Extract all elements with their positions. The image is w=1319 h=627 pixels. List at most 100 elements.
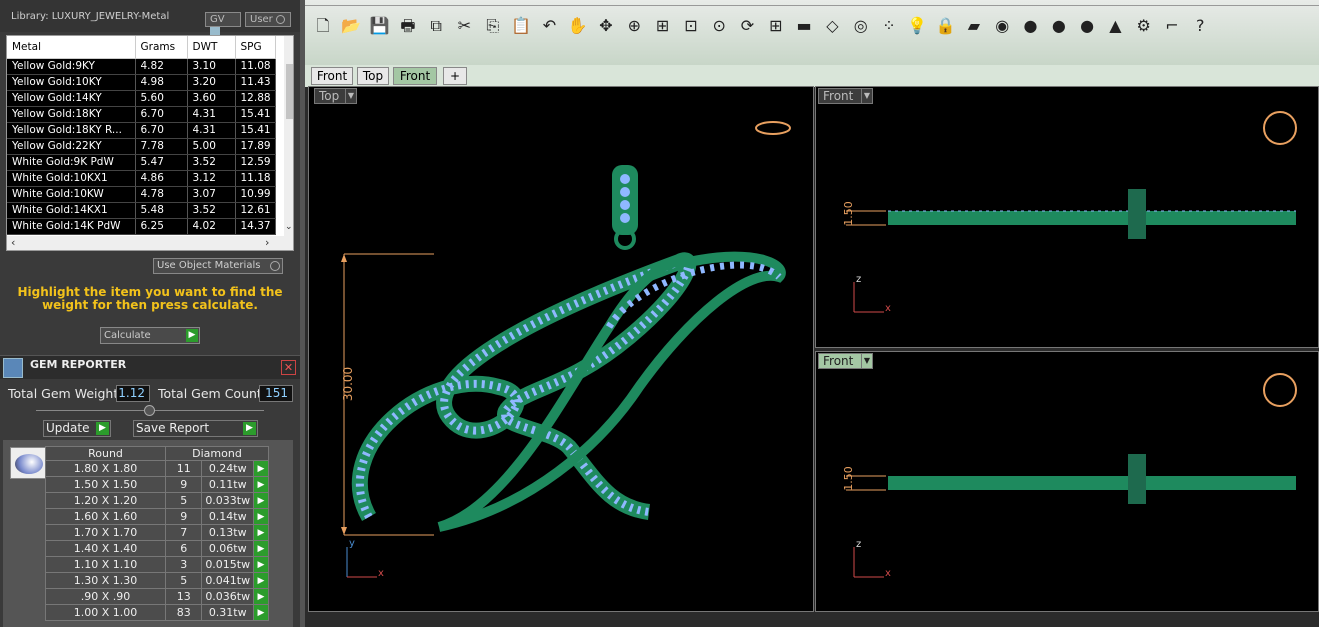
scroll-left-icon[interactable]: ‹ xyxy=(11,236,15,249)
pan-icon[interactable]: ✋ xyxy=(566,14,590,38)
user-toggle[interactable]: User xyxy=(245,12,291,27)
dimension-label: 1.50 xyxy=(841,201,855,226)
play-icon[interactable]: ▶ xyxy=(252,492,270,509)
table-cell: 7.78 xyxy=(135,138,188,155)
gem-row[interactable]: 1.60 X 1.60 9 0.14tw ▶ xyxy=(45,508,270,525)
metal-column-header[interactable]: Grams xyxy=(135,36,188,59)
add-tab-button[interactable]: + xyxy=(443,67,467,85)
play-icon[interactable]: ▶ xyxy=(252,524,270,541)
panel-splitter[interactable] xyxy=(300,0,305,627)
play-icon[interactable]: ▶ xyxy=(252,556,270,573)
metal-table-grid[interactable]: Metal Grams DWT SPG Yellow Gold:9KY 4.82 3.10… xyxy=(7,36,276,235)
gem-row[interactable]: .90 X .90 13 0.036tw ▶ xyxy=(45,588,270,605)
light-icon[interactable]: 💡 xyxy=(905,14,929,38)
gem-table[interactable]: Round Diamond 1.80 X 1.80 11 0.24tw ▶ 1.50 X… xyxy=(3,440,293,627)
open-icon[interactable]: 📂 xyxy=(339,14,363,38)
play-icon[interactable]: ▶ xyxy=(252,604,270,621)
use-object-materials-toggle[interactable]: Use Object Materials xyxy=(153,258,283,274)
table-cell: 3.52 xyxy=(187,154,236,171)
move-icon[interactable]: ✥ xyxy=(594,14,618,38)
table-row[interactable]: White Gold:14KX1 5.48 3.52 12.61 xyxy=(7,202,276,219)
save-report-button[interactable]: Save Report ▶ xyxy=(133,420,258,437)
play-icon[interactable]: ▶ xyxy=(252,588,270,605)
zoom-in-icon[interactable]: ⊕ xyxy=(622,14,646,38)
table-row[interactable]: White Gold:10KW 4.78 3.07 10.99 xyxy=(7,186,276,203)
scroll-down-icon[interactable]: ⌄ xyxy=(285,222,293,232)
gem-row[interactable]: 1.20 X 1.20 5 0.033tw ▶ xyxy=(45,492,270,509)
table-cell: 6.70 xyxy=(135,106,188,123)
zoom-selected-icon[interactable]: ⊙ xyxy=(707,14,731,38)
gem-row[interactable]: 1.40 X 1.40 6 0.06tw ▶ xyxy=(45,540,270,557)
copy-icon[interactable]: ⎘ xyxy=(481,14,505,38)
help-icon[interactable]: ? xyxy=(1188,14,1212,38)
lock-icon[interactable]: 🔒 xyxy=(934,14,958,38)
metal-table[interactable]: Metal Grams DWT SPG Yellow Gold:9KY 4.82 3.10… xyxy=(6,35,294,251)
gem-row[interactable]: 1.70 X 1.70 7 0.13tw ▶ xyxy=(45,524,270,541)
points-icon[interactable]: ⁘ xyxy=(877,14,901,38)
snap-icon[interactable]: ◎ xyxy=(849,14,873,38)
table-row[interactable]: White Gold:10KX1 4.86 3.12 11.18 xyxy=(7,170,276,187)
calculate-button[interactable]: Calculate ▶ xyxy=(100,327,200,344)
print-icon[interactable]: 🖶 xyxy=(396,14,420,38)
gem-row[interactable]: 1.50 X 1.50 9 0.11tw ▶ xyxy=(45,476,270,493)
shade-icon[interactable]: ● xyxy=(1019,14,1043,38)
table-row[interactable]: Yellow Gold:22KY 7.78 5.00 17.89 xyxy=(7,138,276,155)
four-viewports-icon[interactable]: ⊞ xyxy=(764,14,788,38)
vertical-scrollbar[interactable]: ⌄ xyxy=(284,36,293,236)
play-icon[interactable]: ▶ xyxy=(252,540,270,557)
play-icon[interactable]: ▶ xyxy=(252,572,270,589)
scroll-right-icon[interactable]: › xyxy=(265,236,269,249)
gem-cell: 1.00 X 1.00 xyxy=(45,604,166,621)
color-wheel-icon[interactable]: ◉ xyxy=(990,14,1014,38)
settings-icon[interactable]: ⚙ xyxy=(1132,14,1156,38)
zoom-extents-icon[interactable]: ⊡ xyxy=(679,14,703,38)
tab-front[interactable]: Front xyxy=(311,67,353,85)
metal-column-header[interactable]: SPG xyxy=(235,36,276,59)
horizontal-scrollbar[interactable]: ‹ › xyxy=(7,236,293,250)
gem-row[interactable]: 1.30 X 1.30 5 0.041tw ▶ xyxy=(45,572,270,589)
play-icon[interactable]: ▶ xyxy=(252,460,270,477)
car-icon[interactable]: ▬ xyxy=(792,14,816,38)
gumball-icon[interactable]: ⌐ xyxy=(1160,14,1184,38)
play-icon[interactable]: ▶ xyxy=(252,508,270,525)
export-icon[interactable]: ⧉ xyxy=(424,14,448,38)
gv-toggle[interactable]: GV xyxy=(205,12,241,38)
selection-icon[interactable]: ▲ xyxy=(1103,14,1127,38)
undo-icon[interactable]: ↶ xyxy=(537,14,561,38)
table-row[interactable]: Yellow Gold:18KY R... 6.70 4.31 15.41 xyxy=(7,122,276,139)
gem-grid[interactable]: Round Diamond 1.80 X 1.80 11 0.24tw ▶ 1.50 X… xyxy=(45,446,270,621)
play-icon[interactable]: ▶ xyxy=(252,476,270,493)
paste-icon[interactable]: 📋 xyxy=(509,14,533,38)
tab-front-active[interactable]: Front xyxy=(393,67,437,85)
viewport-front-1[interactable]: Front ▼ 1.50 z x xyxy=(815,86,1319,348)
new-icon[interactable]: 🗋 xyxy=(311,14,335,38)
metal-column-header[interactable]: DWT xyxy=(187,36,236,59)
tab-top[interactable]: Top xyxy=(357,67,389,85)
gem-cell: 6 xyxy=(164,540,203,557)
splitter-handle[interactable] xyxy=(144,405,155,416)
cut-icon[interactable]: ✂ xyxy=(453,14,477,38)
table-row[interactable]: Yellow Gold:10KY 4.98 3.20 11.43 xyxy=(7,74,276,91)
gem-row[interactable]: 1.10 X 1.10 3 0.015tw ▶ xyxy=(45,556,270,573)
gem-row[interactable]: 1.00 X 1.00 83 0.31tw ▶ xyxy=(45,604,270,621)
viewport-front-2[interactable]: Front ▼ 1.50 z x xyxy=(815,351,1319,612)
hide-icon[interactable]: ◇ xyxy=(820,14,844,38)
update-button[interactable]: Update ▶ xyxy=(43,420,111,437)
zoom-window-icon[interactable]: ⊞ xyxy=(651,14,675,38)
round-diamond-icon xyxy=(10,447,46,479)
render-icon[interactable]: ● xyxy=(1047,14,1071,38)
table-row[interactable]: Yellow Gold:14KY 5.60 3.60 12.88 xyxy=(7,90,276,107)
metal-column-header[interactable]: Metal xyxy=(7,36,136,59)
close-icon[interactable]: ✕ xyxy=(281,360,296,375)
save-icon[interactable]: 💾 xyxy=(368,14,392,38)
table-row[interactable]: Yellow Gold:9KY 4.82 3.10 11.08 xyxy=(7,58,276,75)
table-row[interactable]: White Gold:14K PdW 6.25 4.02 14.37 xyxy=(7,218,276,235)
material-icon[interactable]: ● xyxy=(1075,14,1099,38)
table-row[interactable]: White Gold:9K PdW 5.47 3.52 12.59 xyxy=(7,154,276,171)
viewport-top[interactable]: Top ▼ 30.00 y x xyxy=(308,86,814,612)
gem-row[interactable]: 1.80 X 1.80 11 0.24tw ▶ xyxy=(45,460,270,477)
layers-icon[interactable]: ▰ xyxy=(962,14,986,38)
table-cell: Yellow Gold:18KY xyxy=(7,106,136,123)
rotate-view-icon[interactable]: ⟳ xyxy=(736,14,760,38)
table-row[interactable]: Yellow Gold:18KY 6.70 4.31 15.41 xyxy=(7,106,276,123)
